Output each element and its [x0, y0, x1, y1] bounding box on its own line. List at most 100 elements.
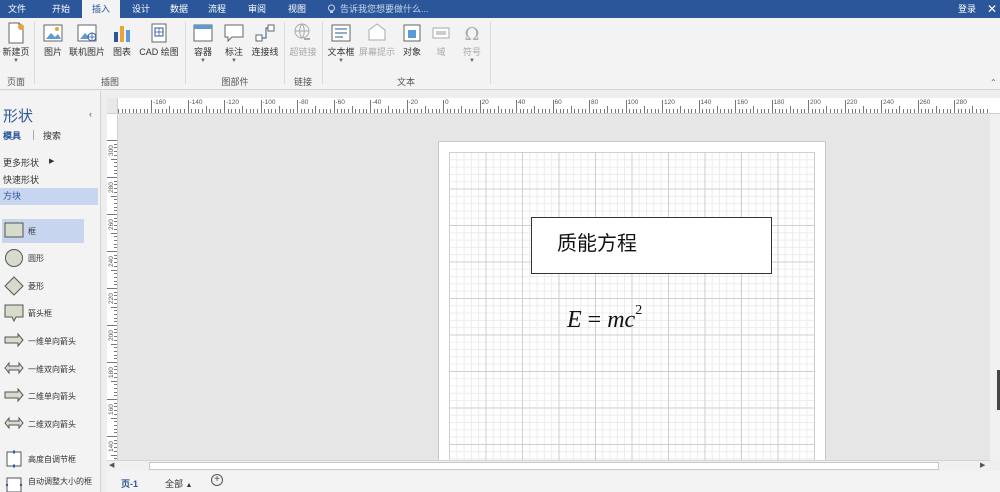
- chart-button[interactable]: 图表: [110, 22, 134, 58]
- ruler-minor-tick: [428, 109, 430, 113]
- shape-diamond[interactable]: 菱形: [2, 274, 84, 298]
- drawing-canvas[interactable]: 质能方程 E = mc2: [118, 114, 1000, 460]
- shape-auto-size-box[interactable]: 自动调整大小的框: [2, 473, 92, 492]
- tab-process[interactable]: 流程: [200, 0, 234, 18]
- object-button[interactable]: 对象: [400, 22, 424, 58]
- shape-2d-double-arrow[interactable]: 二维双向箭头: [2, 412, 84, 436]
- equation-text[interactable]: E = mc2: [567, 303, 642, 334]
- title-box-shape[interactable]: 质能方程: [531, 217, 772, 274]
- scroll-left-icon[interactable]: ◀: [109, 461, 114, 469]
- tab-view[interactable]: 视图: [280, 0, 314, 18]
- ruler-minor-tick: [713, 109, 715, 113]
- ruler-minor-tick: [234, 109, 236, 113]
- ruler-major-tick: [443, 100, 444, 113]
- ruler-minor-tick: [366, 109, 368, 113]
- ruler-minor-tick: [873, 109, 875, 113]
- quick-shapes-item[interactable]: 快速形状: [3, 173, 39, 186]
- shape-2d-single-arrow[interactable]: 二维单向箭头: [2, 384, 84, 408]
- collapse-panel-icon[interactable]: ‹: [89, 109, 92, 119]
- ruler-minor-tick: [322, 109, 324, 113]
- ruler-minor-tick: [705, 109, 707, 113]
- tab-data[interactable]: 数据: [162, 0, 196, 18]
- ruler-major-tick: [107, 214, 117, 215]
- tab-search[interactable]: 搜索: [43, 129, 61, 142]
- horizontal-ruler[interactable]: -160 -140 -120 -100 -80 -60 -40 -20 0 20 40 60 80 100…: [118, 98, 1000, 114]
- ruler-major-tick: [662, 100, 663, 113]
- close-icon[interactable]: ✕: [987, 0, 997, 18]
- ruler-minor-tick: [596, 109, 598, 113]
- page-tab-1[interactable]: 页-1: [121, 477, 138, 490]
- drawing-page[interactable]: 质能方程 E = mc2: [438, 141, 826, 460]
- equation-exponent: 2: [635, 303, 643, 318]
- horizontal-scroll-thumb[interactable]: [149, 462, 939, 470]
- online-picture-button[interactable]: 联机图片: [68, 22, 106, 58]
- shape-arrow-box[interactable]: 箭头框: [2, 301, 84, 325]
- login-link[interactable]: 登录: [958, 0, 976, 18]
- field-button[interactable]: 域: [430, 22, 452, 58]
- ruler-minor-tick: [395, 109, 397, 113]
- more-shapes-menu[interactable]: 更多形状: [3, 156, 39, 169]
- ruler-minor-tick: [111, 269, 117, 271]
- ruler-major-tick: [107, 436, 117, 437]
- tab-review[interactable]: 审阅: [240, 0, 274, 18]
- ruler-major-tick: [107, 177, 117, 178]
- add-page-icon[interactable]: +: [211, 474, 223, 486]
- symbol-button[interactable]: Ω 符号 ▼: [460, 22, 484, 64]
- ruler-minor-tick: [778, 109, 780, 113]
- shapes-panel-title: 形状: [3, 108, 34, 125]
- tab-home[interactable]: 开始: [44, 0, 78, 18]
- ruler-major-tick: [333, 100, 335, 113]
- ruler-minor-tick: [786, 109, 788, 113]
- all-pages-menu[interactable]: 全部 ▲: [165, 477, 192, 490]
- tab-stencils[interactable]: 模具: [3, 129, 21, 142]
- shape-1d-single-arrow[interactable]: 一维单向箭头: [2, 329, 84, 353]
- ruler-minor-tick: [377, 109, 379, 113]
- ruler-minor-tick: [534, 106, 536, 113]
- ruler-minor-tick: [384, 109, 386, 113]
- ruler-minor-tick: [614, 109, 616, 113]
- ruler-minor-tick: [417, 109, 419, 113]
- tab-file[interactable]: 文件: [0, 0, 34, 18]
- ruler-minor-tick: [837, 109, 839, 113]
- scroll-right-icon[interactable]: ▶: [980, 461, 985, 469]
- tab-design[interactable]: 设计: [124, 0, 158, 18]
- ruler-minor-tick: [154, 109, 156, 113]
- new-page-button[interactable]: 新建页 ▼: [2, 22, 30, 64]
- vertical-ruler[interactable]: 300 280 260 240 220 200 180 160 140: [107, 114, 118, 460]
- picture-button[interactable]: 图片: [40, 22, 66, 58]
- ruler-label: 20: [481, 99, 489, 106]
- cad-drawing-icon: [151, 23, 167, 43]
- ruler-minor-tick: [599, 109, 601, 113]
- ruler-minor-tick: [318, 109, 320, 113]
- caret-up-icon: ▲: [185, 482, 193, 489]
- connector-button[interactable]: 连接线: [250, 22, 280, 58]
- ruler-minor-tick: [140, 109, 142, 113]
- ruler-minor-tick: [304, 109, 306, 113]
- ruler-minor-tick: [811, 109, 813, 113]
- ruler-minor-tick: [209, 109, 211, 113]
- ruler-minor-tick: [913, 109, 915, 113]
- shape-1d-double-arrow[interactable]: 一维双向箭头: [2, 357, 84, 381]
- horizontal-scrollbar[interactable]: ◀ ▶: [107, 460, 990, 471]
- ruler-minor-tick: [194, 109, 196, 113]
- ruler-minor-tick: [636, 109, 638, 113]
- ruler-minor-tick: [651, 109, 653, 113]
- chevron-down-icon: ▼: [469, 58, 475, 64]
- shape-circle[interactable]: 圆形: [2, 246, 84, 270]
- shape-box[interactable]: 框: [2, 219, 84, 243]
- ruler-major-tick: [406, 100, 408, 113]
- shape-auto-height-box[interactable]: 高度自调节框: [2, 447, 84, 471]
- ruler-minor-tick: [603, 109, 605, 113]
- container-button[interactable]: 容器 ▼: [190, 22, 216, 64]
- cad-drawing-button[interactable]: CAD 绘图: [138, 22, 180, 58]
- hyperlink-button[interactable]: 超链接: [288, 22, 318, 58]
- collapse-ribbon-icon[interactable]: ⌃: [990, 78, 997, 87]
- ruler-minor-tick: [848, 109, 850, 113]
- screen-tip-button[interactable]: 屏幕提示: [358, 22, 396, 58]
- ruler-minor-tick: [826, 106, 828, 113]
- stencil-blocks[interactable]: 方块: [0, 188, 98, 205]
- ruler-minor-tick: [537, 109, 539, 113]
- text-box-button[interactable]: 文本框 ▼: [326, 22, 356, 64]
- callout-button[interactable]: 标注 ▼: [222, 22, 246, 64]
- tab-insert[interactable]: 插入: [82, 0, 120, 18]
